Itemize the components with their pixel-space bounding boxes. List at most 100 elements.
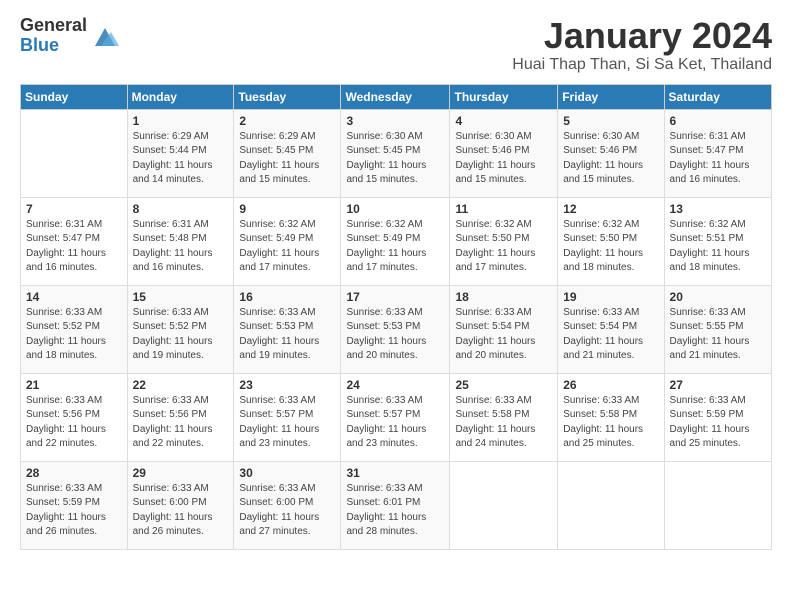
day-info: Sunrise: 6:29 AMSunset: 5:45 PMDaylight:… [239, 130, 335, 188]
day-info: Sunrise: 6:33 AMSunset: 5:52 PMDaylight:… [26, 306, 122, 364]
day-header-thursday: Thursday [450, 84, 558, 109]
day-number: 8 [133, 202, 229, 216]
day-info: Sunrise: 6:29 AMSunset: 5:44 PMDaylight:… [133, 130, 229, 188]
calendar-cell: 24 Sunrise: 6:33 AMSunset: 5:57 PMDayligh… [341, 373, 450, 461]
page: General Blue January 2024 Huai Thap Than… [0, 0, 792, 560]
calendar-cell: 11Sunrise: 6:32 AMSunset: 5:50 PMDayligh… [450, 197, 558, 285]
day-info: Sunrise: 6:33 AMSunset: 5:52 PMDaylight:… [133, 306, 229, 364]
day-info: Sunrise: 6:33 AMSunset: 5:57 PMDaylight:… [239, 394, 335, 452]
header: General Blue January 2024 Huai Thap Than… [20, 16, 772, 74]
calendar-cell: 13 Sunrise: 6:32 AMSunset: 5:51 PMDayligh… [664, 197, 771, 285]
day-number: 17 [346, 290, 444, 304]
day-info: Sunrise: 6:31 AMSunset: 5:48 PMDaylight:… [133, 218, 229, 276]
day-info: Sunrise: 6:33 AMSunset: 5:54 PMDaylight:… [563, 306, 658, 364]
logo-general: General [20, 16, 87, 36]
calendar-cell: 16 Sunrise: 6:33 AMSunset: 5:53 PMDayligh… [234, 285, 341, 373]
day-number: 31 [346, 466, 444, 480]
week-row-2: 14 Sunrise: 6:33 AMSunset: 5:52 PMDayligh… [21, 285, 772, 373]
day-number: 30 [239, 466, 335, 480]
day-number: 19 [563, 290, 658, 304]
day-number: 18 [455, 290, 552, 304]
calendar-cell [450, 461, 558, 549]
day-number: 10 [346, 202, 444, 216]
title-block: January 2024 Huai Thap Than, Si Sa Ket, … [512, 16, 772, 74]
calendar-cell: 12 Sunrise: 6:32 AMSunset: 5:50 PMDayligh… [558, 197, 664, 285]
day-header-sunday: Sunday [21, 84, 128, 109]
calendar-cell: 2 Sunrise: 6:29 AMSunset: 5:45 PMDaylight… [234, 109, 341, 197]
logo-text: General Blue [20, 16, 87, 56]
day-info: Sunrise: 6:33 AMSunset: 5:53 PMDaylight:… [346, 306, 444, 364]
day-header-wednesday: Wednesday [341, 84, 450, 109]
calendar: SundayMondayTuesdayWednesdayThursdayFrid… [20, 84, 772, 550]
day-info: Sunrise: 6:30 AMSunset: 5:46 PMDaylight:… [563, 130, 658, 188]
day-number: 20 [670, 290, 766, 304]
calendar-header: SundayMondayTuesdayWednesdayThursdayFrid… [21, 84, 772, 109]
day-header-monday: Monday [127, 84, 234, 109]
calendar-cell: 27 Sunrise: 6:33 AMSunset: 5:59 PMDayligh… [664, 373, 771, 461]
calendar-cell: 21Sunrise: 6:33 AMSunset: 5:56 PMDayligh… [21, 373, 128, 461]
day-number: 5 [563, 114, 658, 128]
day-number: 24 [346, 378, 444, 392]
day-info: Sunrise: 6:33 AMSunset: 5:55 PMDaylight:… [670, 306, 766, 364]
day-info: Sunrise: 6:33 AMSunset: 5:56 PMDaylight:… [133, 394, 229, 452]
calendar-cell: 3Sunrise: 6:30 AMSunset: 5:45 PMDaylight… [341, 109, 450, 197]
day-info: Sunrise: 6:30 AMSunset: 5:45 PMDaylight:… [346, 130, 444, 188]
calendar-cell: 28 Sunrise: 6:33 AMSunset: 5:59 PMDayligh… [21, 461, 128, 549]
week-row-3: 21Sunrise: 6:33 AMSunset: 5:56 PMDayligh… [21, 373, 772, 461]
day-number: 13 [670, 202, 766, 216]
logo: General Blue [20, 16, 119, 56]
calendar-cell [21, 109, 128, 197]
day-header-friday: Friday [558, 84, 664, 109]
calendar-cell: 7Sunrise: 6:31 AMSunset: 5:47 PMDaylight… [21, 197, 128, 285]
day-info: Sunrise: 6:33 AMSunset: 5:53 PMDaylight:… [239, 306, 335, 364]
logo-icon [91, 22, 119, 50]
day-info: Sunrise: 6:32 AMSunset: 5:50 PMDaylight:… [455, 218, 552, 276]
calendar-cell [558, 461, 664, 549]
calendar-cell: 15 Sunrise: 6:33 AMSunset: 5:52 PMDayligh… [127, 285, 234, 373]
day-info: Sunrise: 6:33 AMSunset: 6:00 PMDaylight:… [239, 482, 335, 540]
day-info: Sunrise: 6:33 AMSunset: 5:57 PMDaylight:… [346, 394, 444, 452]
day-number: 2 [239, 114, 335, 128]
week-row-4: 28 Sunrise: 6:33 AMSunset: 5:59 PMDayligh… [21, 461, 772, 549]
day-info: Sunrise: 6:31 AMSunset: 5:47 PMDaylight:… [26, 218, 122, 276]
calendar-cell: 23 Sunrise: 6:33 AMSunset: 5:57 PMDayligh… [234, 373, 341, 461]
calendar-cell: 30 Sunrise: 6:33 AMSunset: 6:00 PMDayligh… [234, 461, 341, 549]
day-number: 9 [239, 202, 335, 216]
calendar-cell: 22 Sunrise: 6:33 AMSunset: 5:56 PMDayligh… [127, 373, 234, 461]
day-number: 27 [670, 378, 766, 392]
day-header-row: SundayMondayTuesdayWednesdayThursdayFrid… [21, 84, 772, 109]
day-number: 23 [239, 378, 335, 392]
day-info: Sunrise: 6:32 AMSunset: 5:49 PMDaylight:… [239, 218, 335, 276]
day-header-tuesday: Tuesday [234, 84, 341, 109]
day-number: 15 [133, 290, 229, 304]
day-info: Sunrise: 6:33 AMSunset: 5:59 PMDaylight:… [670, 394, 766, 452]
day-info: Sunrise: 6:32 AMSunset: 5:50 PMDaylight:… [563, 218, 658, 276]
calendar-cell [664, 461, 771, 549]
day-number: 4 [455, 114, 552, 128]
calendar-cell: 26 Sunrise: 6:33 AMSunset: 5:58 PMDayligh… [558, 373, 664, 461]
calendar-cell: 20 Sunrise: 6:33 AMSunset: 5:55 PMDayligh… [664, 285, 771, 373]
week-row-1: 7Sunrise: 6:31 AMSunset: 5:47 PMDaylight… [21, 197, 772, 285]
calendar-cell: 29Sunrise: 6:33 AMSunset: 6:00 PMDayligh… [127, 461, 234, 549]
calendar-cell: 25Sunrise: 6:33 AMSunset: 5:58 PMDayligh… [450, 373, 558, 461]
location: Huai Thap Than, Si Sa Ket, Thailand [512, 56, 772, 74]
day-number: 28 [26, 466, 122, 480]
day-number: 16 [239, 290, 335, 304]
day-info: Sunrise: 6:33 AMSunset: 5:56 PMDaylight:… [26, 394, 122, 452]
day-number: 26 [563, 378, 658, 392]
day-info: Sunrise: 6:31 AMSunset: 5:47 PMDaylight:… [670, 130, 766, 188]
day-number: 14 [26, 290, 122, 304]
day-info: Sunrise: 6:33 AMSunset: 5:59 PMDaylight:… [26, 482, 122, 540]
day-info: Sunrise: 6:33 AMSunset: 6:00 PMDaylight:… [133, 482, 229, 540]
day-header-saturday: Saturday [664, 84, 771, 109]
calendar-cell: 19 Sunrise: 6:33 AMSunset: 5:54 PMDayligh… [558, 285, 664, 373]
day-info: Sunrise: 6:33 AMSunset: 5:58 PMDaylight:… [563, 394, 658, 452]
calendar-cell: 17 Sunrise: 6:33 AMSunset: 5:53 PMDayligh… [341, 285, 450, 373]
day-number: 22 [133, 378, 229, 392]
calendar-cell: 9 Sunrise: 6:32 AMSunset: 5:49 PMDaylight… [234, 197, 341, 285]
day-info: Sunrise: 6:32 AMSunset: 5:49 PMDaylight:… [346, 218, 444, 276]
month-title: January 2024 [512, 16, 772, 56]
day-number: 12 [563, 202, 658, 216]
calendar-cell: 8 Sunrise: 6:31 AMSunset: 5:48 PMDaylight… [127, 197, 234, 285]
day-info: Sunrise: 6:32 AMSunset: 5:51 PMDaylight:… [670, 218, 766, 276]
